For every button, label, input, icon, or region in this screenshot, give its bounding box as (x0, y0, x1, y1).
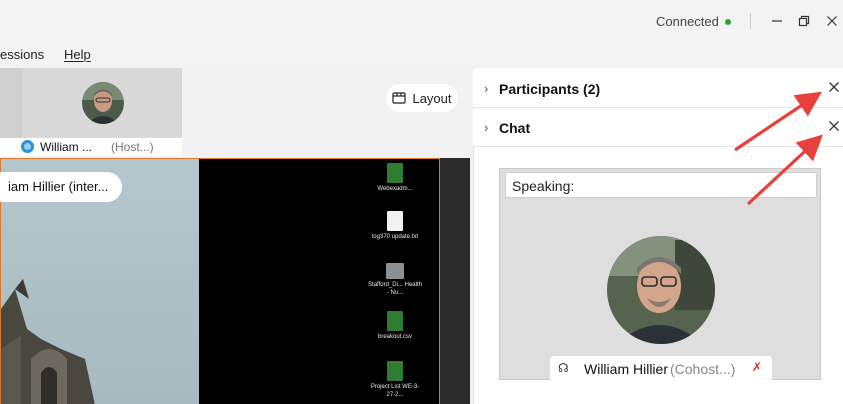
layout-button[interactable]: Layout (386, 84, 458, 112)
text-file-icon (387, 211, 403, 231)
layout-icon (392, 92, 407, 104)
stage-gutter (440, 158, 470, 404)
close-icon (829, 121, 839, 131)
thumbnail-label: William ... (Host...) (0, 138, 182, 156)
image-file-icon (386, 263, 404, 279)
desktop-icon[interactable]: Webexadm... (368, 163, 422, 193)
restore-button[interactable] (793, 10, 815, 32)
thumbnail-avatar (82, 82, 124, 124)
minimize-button[interactable] (766, 10, 788, 32)
chat-panel-title: Chat (499, 120, 531, 136)
thumbnail-role: (Host...) (111, 140, 154, 154)
close-icon (829, 82, 839, 92)
chat-panel-header[interactable]: › Chat (473, 109, 843, 147)
layout-button-label: Layout (412, 90, 452, 106)
excel-file-icon (387, 311, 403, 331)
desktop-icon[interactable]: Project List WE-3-27-2... (368, 361, 422, 399)
desktop-icon[interactable]: Stafford_Di... Health - Nu... (368, 263, 422, 297)
chat-close-button[interactable] (828, 119, 840, 136)
speaking-label: Speaking: (505, 172, 817, 198)
chevron-right-icon: › (484, 120, 489, 135)
speaker-avatar (607, 236, 715, 344)
desktop-icon[interactable]: log370 update.txt (368, 211, 422, 241)
audio-indicator-icon (21, 140, 34, 153)
connection-status: Connected (656, 14, 719, 29)
titlebar-divider (750, 13, 751, 29)
chevron-right-icon: › (484, 81, 489, 96)
close-button[interactable] (821, 10, 843, 32)
speaker-name-label: ☊ William Hillier (Cohost...) ✗ (550, 356, 772, 382)
participants-close-button[interactable] (828, 80, 840, 97)
restore-icon (798, 15, 810, 27)
close-icon (827, 16, 837, 26)
muted-mic-icon[interactable]: ✗ (752, 360, 762, 374)
participants-panel-title: Participants (2) (499, 81, 601, 97)
menu-item-sessions[interactable]: essions (0, 47, 44, 62)
speaker-name: William Hillier (584, 361, 668, 377)
menu-item-help[interactable]: Help (64, 47, 91, 62)
status-dot-icon (725, 19, 731, 25)
excel-file-icon (387, 361, 403, 381)
speaker-role: (Cohost...) (670, 361, 736, 377)
minimize-icon (772, 20, 782, 22)
menu-bar: essions Help (0, 42, 470, 68)
desktop-icon[interactable]: breakout.csv (368, 311, 422, 341)
thumbnail-name: William ... (40, 140, 92, 154)
excel-file-icon (387, 163, 403, 183)
presenter-name-chip: iam Hillier (inter... (0, 172, 122, 202)
headset-icon: ☊ (558, 361, 569, 375)
participants-panel-header[interactable]: › Participants (2) (473, 70, 843, 108)
